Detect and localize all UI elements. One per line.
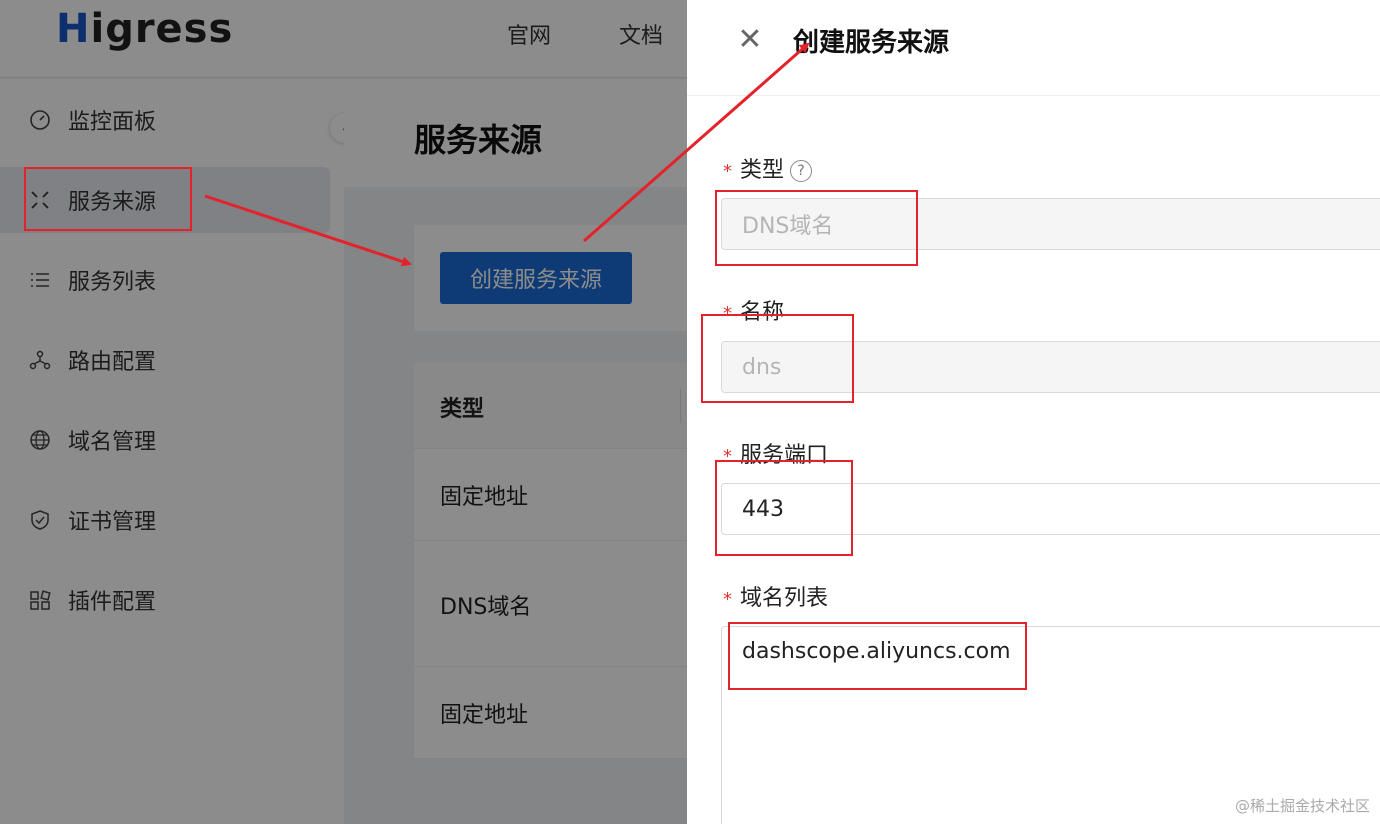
annotation-arrows [204, 42, 810, 267]
annotation-arrow-to-button [204, 194, 412, 267]
annotation-arrow-to-drawer [583, 42, 810, 243]
